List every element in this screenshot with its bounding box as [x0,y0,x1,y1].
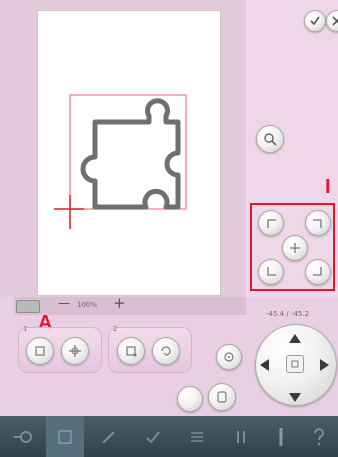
home-icon [14,430,32,443]
layout-icon [58,429,72,444]
center-square-icon [291,360,299,368]
zoom-out-button[interactable]: — [58,296,70,310]
confirm-button[interactable] [304,10,326,32]
align-point-icon [126,346,137,357]
zoom-to-fit-button[interactable] [256,125,284,153]
zoom-slider-icon[interactable] [16,300,40,313]
arrow-up-icon [289,334,301,343]
arrow-down-button[interactable] [288,388,302,407]
toolbar-list[interactable] [178,416,216,457]
toolbar-home[interactable] [4,416,42,457]
toolbar-help[interactable] [300,416,338,457]
thread-icon [237,430,245,443]
move-design-icon [35,346,45,356]
list-icon [191,431,203,442]
corner-top-right-icon [313,219,322,228]
arrow-up-button[interactable] [288,330,302,349]
toolbar-check[interactable] [134,416,172,457]
corner-top-left-icon [267,219,276,228]
puzzle-piece-outline [80,98,181,210]
corner-bottom-left-button[interactable] [258,259,284,285]
group-1-number: 1 [23,325,28,333]
move-hoop-button[interactable] [61,337,89,365]
align-rotate-button[interactable] [152,337,180,365]
group-2-number: 2 [113,325,118,333]
toolbar-edit[interactable] [90,416,128,457]
corner-top-right-button[interactable] [305,210,331,236]
corner-bottom-left-icon [267,267,276,276]
help-icon [314,427,324,445]
needle-icon [279,427,283,446]
rotate-icon [161,346,171,356]
position-readout: -45.4 / -45.2 [266,310,310,318]
center-position-button[interactable] [282,235,308,261]
corner-top-left-button[interactable] [258,210,284,236]
puzzle-design[interactable] [38,11,220,295]
hoop-options-button[interactable] [208,383,236,411]
arrow-right-button[interactable] [318,357,330,376]
center-icon [290,243,300,253]
round-toggle-button[interactable] [177,386,203,412]
check-stitch-icon [146,430,160,443]
arrow-right-icon [320,359,329,371]
check-icon [310,16,320,26]
center-stitch-button[interactable] [216,344,242,370]
bottom-toolbar [0,416,338,457]
zoom-percent: 100% [77,301,98,309]
close-icon [332,16,338,26]
pen-icon [102,430,115,444]
arrow-left-icon [260,359,269,371]
toolbar-needle[interactable] [262,416,300,457]
move-design-button[interactable] [26,337,54,365]
hoop-area[interactable] [37,10,221,296]
zoom-in-button[interactable]: + [113,294,126,312]
toolbar-thread[interactable] [222,416,260,457]
corner-bottom-right-icon [313,267,322,276]
corner-bottom-right-button[interactable] [305,259,331,285]
dpad-center-button[interactable] [286,355,304,373]
annotation-label-i: I [325,176,331,198]
magnifier-icon [264,133,277,146]
toolbar-layout[interactable] [46,416,84,457]
target-icon [224,352,234,362]
align-point-button[interactable] [117,337,145,365]
arrow-left-button[interactable] [259,357,271,376]
move-arrows-icon [69,345,81,357]
hoop-icon [217,391,227,403]
arrow-down-icon [289,393,301,402]
